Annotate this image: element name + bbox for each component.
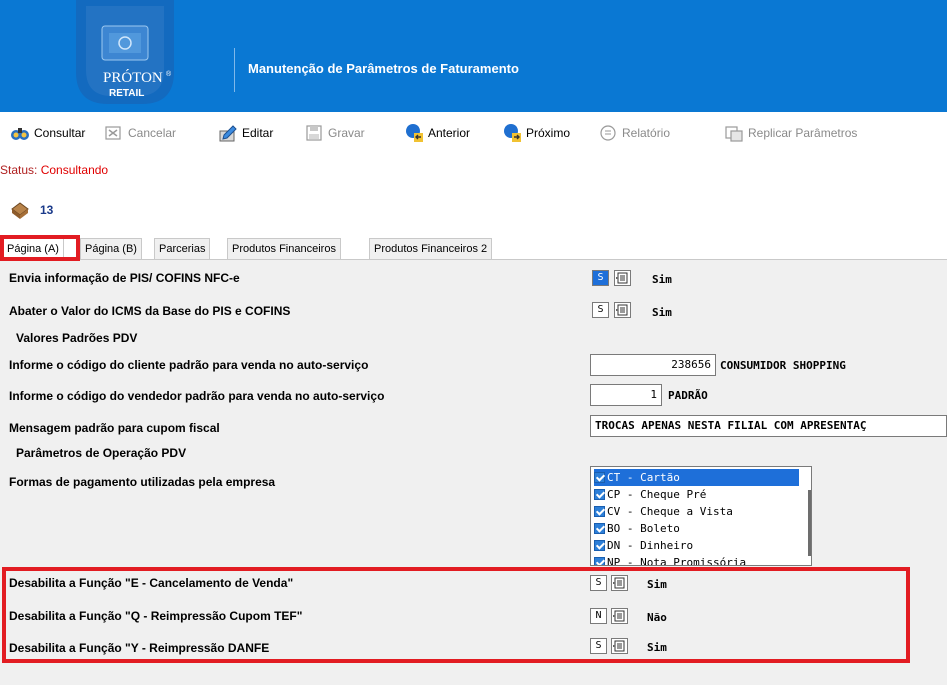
icms-value: Sim (652, 306, 672, 319)
vendedor-name: PADRÃO (668, 389, 708, 402)
status-value: Consultando (40, 163, 109, 177)
icms-label: Abater o Valor do ICMS da Base do PIS e … (9, 304, 291, 318)
icms-code[interactable]: S (592, 302, 609, 318)
list-item-label: BO - Boleto (607, 522, 680, 535)
pis-nfce-label: Envia informação de PIS/ COFINS NFC-e (9, 271, 240, 285)
highlight-functions-box (2, 567, 910, 663)
highlight-tab-box (0, 235, 80, 261)
listbox-scrollbar[interactable] (808, 490, 811, 556)
anterior-label: Anterior (428, 126, 471, 140)
tab-parcerias[interactable]: Parcerias (154, 238, 211, 259)
checkbox-checked-icon[interactable] (594, 472, 605, 483)
mensagem-label: Mensagem padrão para cupom fiscal (9, 421, 220, 435)
consultar-label: Consultar (34, 126, 86, 140)
list-item[interactable]: NP - Nota Promissória (594, 554, 799, 566)
arrow-left-icon (406, 124, 423, 142)
relatorio-button[interactable]: Relatório (598, 122, 670, 144)
gravar-label: Gravar (328, 126, 365, 140)
lookup-list-icon (616, 272, 628, 284)
section-parametros-operacao: Parâmetros de Operação PDV (16, 446, 187, 460)
list-item[interactable]: CP - Cheque Pré (594, 486, 799, 503)
formas-pagamento-label: Formas de pagamento utilizadas pela empr… (9, 475, 276, 489)
status-line: Status: Consultando (0, 163, 108, 177)
tab-produtos-financeiros[interactable]: Produtos Financeiros (227, 238, 341, 259)
mensagem-input[interactable]: TROCAS APENAS NESTA FILIAL COM APRESENTA… (590, 415, 947, 437)
list-item[interactable]: DN - Dinheiro (594, 537, 799, 554)
proximo-label: Próximo (526, 126, 571, 140)
cliente-code-input[interactable]: 238656 (590, 354, 716, 376)
record-indicator: 13 (10, 200, 53, 220)
lookup-list-icon (616, 304, 628, 316)
logo-registered-mark: ® (166, 70, 172, 78)
pis-nfce-code[interactable]: S (592, 270, 609, 286)
cancelar-button[interactable]: Cancelar (104, 122, 176, 144)
icms-lookup-button[interactable] (614, 302, 631, 318)
logo-wordmark: PRÓTON (103, 69, 163, 86)
replicate-icon (725, 126, 743, 142)
editar-label: Editar (242, 126, 274, 140)
formas-pagamento-listbox[interactable]: CT - Cartão CP - Cheque Pré CV - Cheque … (590, 466, 812, 566)
replicar-label: Replicar Parâmetros (748, 126, 858, 140)
page-title: Manutenção de Parâmetros de Faturamento (248, 61, 519, 76)
list-item[interactable]: CV - Cheque a Vista (594, 503, 799, 520)
relatorio-label: Relatório (622, 126, 671, 140)
cancel-icon (105, 126, 121, 140)
header-divider (234, 48, 235, 92)
checkbox-checked-icon[interactable] (594, 489, 605, 500)
list-item-label: CT - Cartão (607, 471, 680, 484)
proximo-button[interactable]: Próximo (502, 122, 570, 144)
list-item-label: DN - Dinheiro (607, 539, 694, 552)
checkbox-checked-icon[interactable] (594, 506, 605, 517)
checkbox-checked-icon[interactable] (594, 557, 605, 565)
pis-nfce-lookup-button[interactable] (614, 270, 631, 286)
cancelar-label: Cancelar (128, 126, 177, 140)
toolbar: Consultar Cancelar Editar Gravar Anterio… (0, 112, 947, 154)
cliente-label: Informe o código do cliente padrão para … (9, 358, 369, 372)
binoculars-icon (11, 128, 29, 140)
report-icon (600, 125, 616, 141)
vendedor-code-input[interactable]: 1 (590, 384, 662, 406)
replicar-parametros-button[interactable]: Replicar Parâmetros (724, 122, 857, 144)
list-item-label: NP - Nota Promissória (607, 556, 747, 566)
list-item-label: CV - Cheque a Vista (607, 505, 733, 518)
section-valores-padroes: Valores Padrões PDV (16, 331, 138, 345)
gravar-button[interactable]: Gravar (304, 122, 365, 144)
vendedor-label: Informe o código do vendedor padrão para… (9, 389, 385, 403)
save-icon (306, 125, 322, 141)
editar-button[interactable]: Editar (218, 122, 273, 144)
cliente-name: CONSUMIDOR SHOPPING (720, 359, 846, 372)
proton-retail-logo: PRÓTON ® RETAIL (76, 0, 174, 108)
record-id: 13 (40, 203, 54, 217)
record-icon (11, 202, 29, 219)
tab-produtos-financeiros-2[interactable]: Produtos Financeiros 2 (369, 238, 493, 259)
status-label: Status: (0, 163, 38, 177)
list-item[interactable]: CT - Cartão (594, 469, 799, 486)
pis-nfce-value: Sim (652, 273, 672, 286)
anterior-button[interactable]: Anterior (404, 122, 470, 144)
list-item-label: CP - Cheque Pré (607, 488, 707, 501)
logo-subtitle: RETAIL (109, 88, 144, 99)
consultar-button[interactable]: Consultar (10, 122, 85, 144)
arrow-right-icon (504, 124, 521, 142)
checkbox-checked-icon[interactable] (594, 523, 605, 534)
tab-pagina-b[interactable]: Página (B) (80, 238, 142, 259)
edit-icon (219, 125, 237, 142)
checkbox-checked-icon[interactable] (594, 540, 605, 551)
list-item[interactable]: BO - Boleto (594, 520, 799, 537)
